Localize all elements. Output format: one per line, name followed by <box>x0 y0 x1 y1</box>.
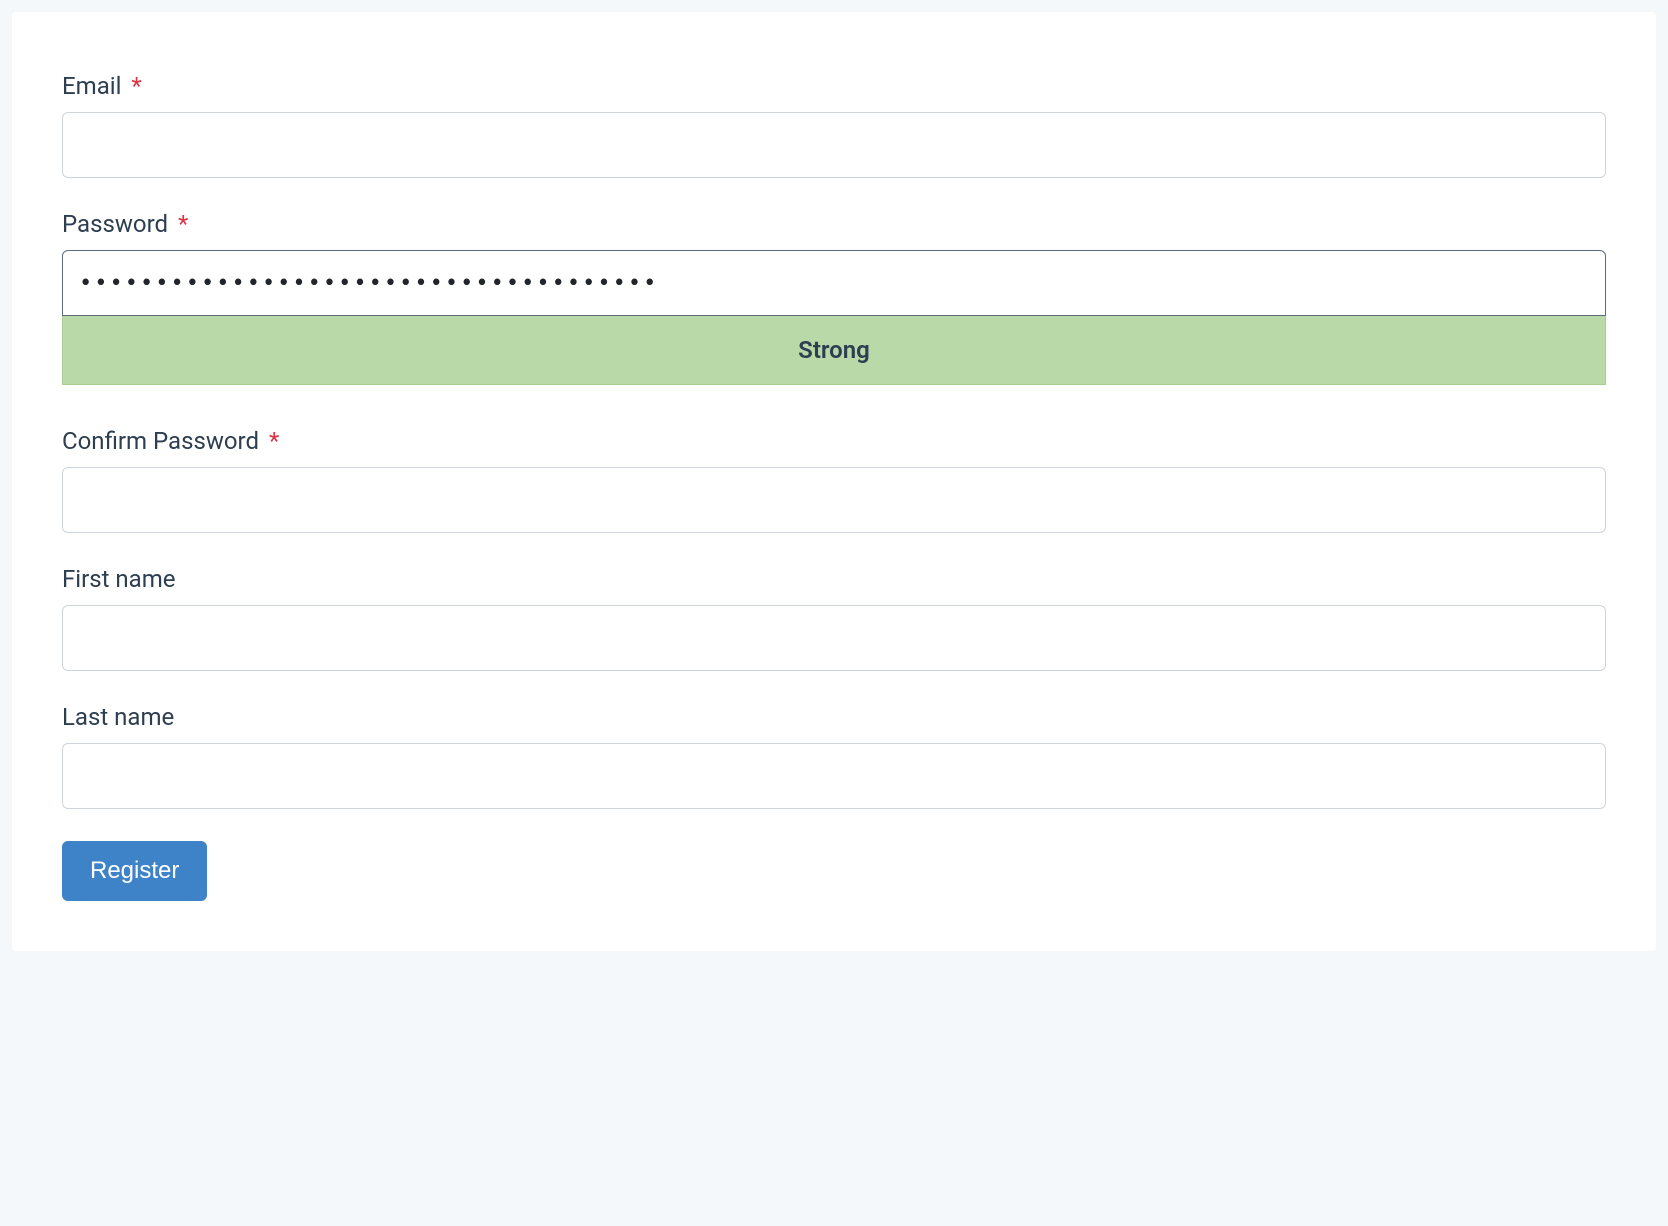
last-name-field[interactable] <box>62 743 1606 809</box>
password-label: Password * <box>62 210 1606 238</box>
confirm-password-group: Confirm Password * <box>62 427 1606 533</box>
email-field[interactable] <box>62 112 1606 178</box>
confirm-password-field[interactable] <box>62 467 1606 533</box>
register-button-label: Register <box>90 857 179 884</box>
last-name-label-text: Last name <box>62 703 174 731</box>
last-name-group: Last name <box>62 703 1606 809</box>
email-label: Email * <box>62 72 1606 100</box>
confirm-password-label: Confirm Password * <box>62 427 1606 455</box>
registration-form-card: Email * Password * Strong Confirm Passwo… <box>12 12 1656 951</box>
password-label-text: Password <box>62 210 168 238</box>
required-asterisk: * <box>131 72 141 100</box>
register-button[interactable]: Register <box>62 841 207 901</box>
first-name-label: First name <box>62 565 1606 593</box>
first-name-label-text: First name <box>62 565 176 593</box>
email-group: Email * <box>62 72 1606 178</box>
required-asterisk: * <box>269 427 279 455</box>
required-asterisk: * <box>178 210 188 238</box>
password-strength-indicator: Strong <box>62 316 1606 385</box>
first-name-group: First name <box>62 565 1606 671</box>
email-label-text: Email <box>62 72 121 100</box>
password-group: Password * Strong <box>62 210 1606 385</box>
first-name-field[interactable] <box>62 605 1606 671</box>
confirm-password-label-text: Confirm Password <box>62 427 259 455</box>
last-name-label: Last name <box>62 703 1606 731</box>
password-strength-label: Strong <box>798 336 870 364</box>
password-field[interactable] <box>62 250 1606 316</box>
